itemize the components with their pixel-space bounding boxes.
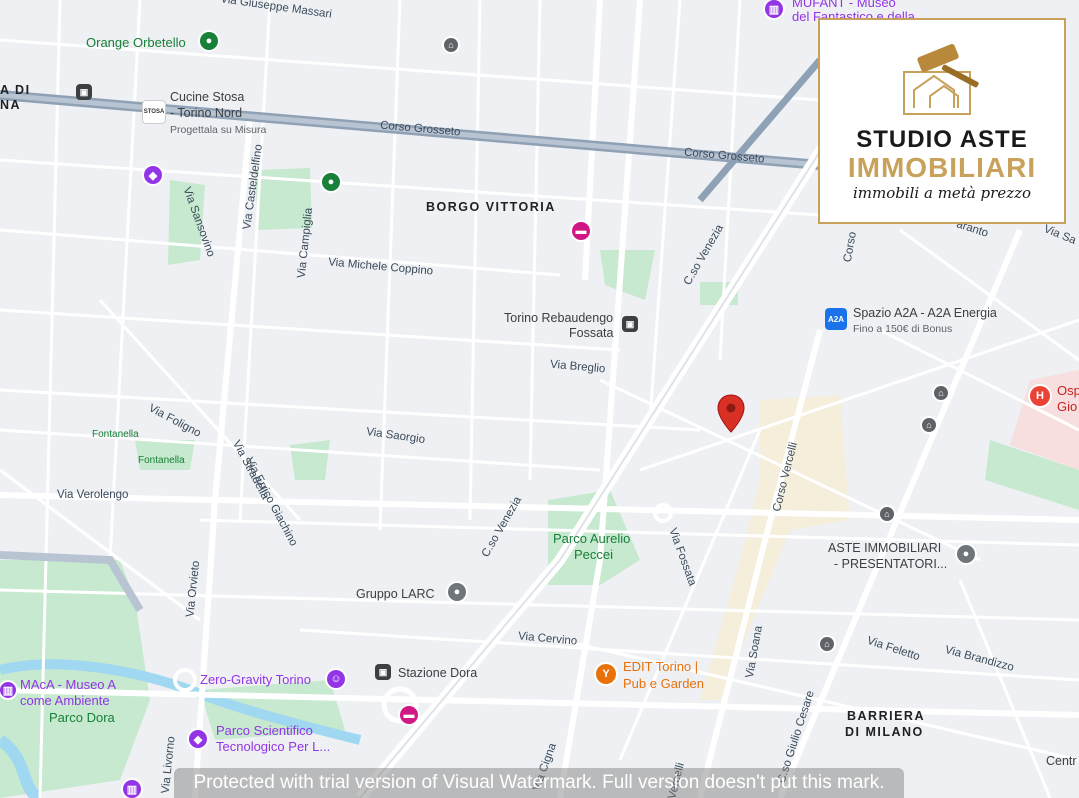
store-icon[interactable]: A2A bbox=[825, 308, 847, 330]
poi-label[interactable]: Cucine Stosa bbox=[170, 90, 244, 104]
brand-logo: STUDIO ASTE IMMOBILIARI immobili a metà … bbox=[818, 18, 1066, 224]
poi-label[interactable]: Torino Rebaudengo bbox=[504, 311, 613, 325]
neighborhood-label: DI MILANO bbox=[845, 725, 924, 739]
bar-icon[interactable]: Y bbox=[596, 664, 616, 684]
train-station-icon[interactable]: ▣ bbox=[622, 316, 638, 332]
bank-icon[interactable]: ⌂ bbox=[820, 637, 834, 651]
train-station-icon[interactable]: ▣ bbox=[375, 664, 391, 680]
neighborhood-label: A DI bbox=[0, 83, 31, 97]
hotel-icon[interactable]: ▬ bbox=[572, 222, 590, 240]
train-station-icon[interactable]: ▣ bbox=[76, 84, 92, 100]
poi-sublabel: Fino a 150€ di Bonus bbox=[853, 323, 953, 335]
place-icon[interactable]: ● bbox=[957, 545, 975, 563]
store-logo[interactable]: STOSA bbox=[142, 100, 166, 124]
street-label: Via Verolengo bbox=[57, 489, 129, 501]
poi-label[interactable]: Parco Dora bbox=[49, 711, 115, 725]
bank-icon[interactable]: ⌂ bbox=[922, 418, 936, 432]
poi-label[interactable]: Pub e Garden bbox=[623, 677, 704, 691]
poi-label[interactable]: Centr bbox=[1046, 754, 1077, 768]
poi-label[interactable]: Osp bbox=[1057, 384, 1079, 398]
neighborhood-label: NA bbox=[0, 98, 22, 112]
poi-label[interactable]: Stazione Dora bbox=[398, 666, 477, 680]
poi-label[interactable]: Fossata bbox=[569, 326, 613, 340]
poi-sublabel: Progettala su Misura bbox=[170, 124, 267, 136]
shopping-icon[interactable]: ◆ bbox=[144, 166, 162, 184]
poi-label[interactable]: Fontanella bbox=[138, 454, 185, 468]
neighborhood-label: BARRIERA bbox=[847, 709, 925, 723]
map-canvas[interactable]: BORGO VITTORIA BARRIERA DI MILANO A DI N… bbox=[0, 0, 1079, 798]
bank-icon[interactable]: ⌂ bbox=[880, 507, 894, 521]
attraction-icon[interactable]: ☺ bbox=[327, 670, 345, 688]
watermark-banner: Protected with trial version of Visual W… bbox=[174, 768, 904, 798]
poi-label[interactable]: EDIT Torino | bbox=[623, 660, 698, 674]
logo-tagline: immobili a metà prezzo bbox=[852, 184, 1032, 202]
place-icon[interactable]: ● bbox=[448, 583, 466, 601]
poi-label[interactable]: - Torino Nord bbox=[170, 106, 242, 120]
education-icon[interactable]: ◆ bbox=[189, 730, 207, 748]
museum-icon[interactable]: ▥ bbox=[0, 682, 16, 698]
place-icon[interactable]: ● bbox=[322, 173, 340, 191]
poi-label[interactable]: Parco Scientifico bbox=[216, 724, 313, 738]
poi-label[interactable]: Parco Aurelio bbox=[553, 532, 630, 546]
poi-label[interactable]: Zero-Gravity Torino bbox=[200, 673, 311, 687]
poi-label[interactable]: MAcA - Museo A bbox=[20, 678, 116, 692]
poi-label[interactable]: Tecnologico Per L... bbox=[216, 740, 330, 754]
logo-title: STUDIO ASTE bbox=[856, 126, 1028, 153]
poi-label[interactable]: Spazio A2A - A2A Energia bbox=[853, 306, 997, 320]
poi-label[interactable]: Gruppo LARC bbox=[356, 587, 435, 601]
bank-icon[interactable]: ⌂ bbox=[934, 386, 948, 400]
map-pin-icon[interactable] bbox=[716, 394, 746, 434]
hospital-icon[interactable]: H bbox=[1030, 386, 1050, 406]
neighborhood-label: BORGO VITTORIA bbox=[426, 200, 556, 214]
poi-label[interactable]: Gio bbox=[1057, 400, 1077, 414]
logo-subtitle: IMMOBILIARI bbox=[847, 152, 1037, 183]
poi-label[interactable]: Orange Orbetello bbox=[86, 36, 186, 50]
poi-label[interactable]: ASTE IMMOBILIARI bbox=[828, 541, 941, 555]
museum-icon[interactable]: ▥ bbox=[123, 780, 141, 798]
place-icon[interactable]: ● bbox=[200, 32, 218, 50]
museum-icon[interactable]: ▥ bbox=[765, 0, 783, 18]
poi-label[interactable]: - PRESENTATORI... bbox=[834, 557, 947, 571]
gavel-house-icon bbox=[903, 43, 979, 115]
poi-label[interactable]: Fontanella bbox=[92, 428, 139, 442]
poi-label[interactable]: Peccei bbox=[574, 548, 613, 562]
poi-label[interactable]: come Ambiente bbox=[20, 694, 110, 708]
hotel-icon[interactable]: ▬ bbox=[400, 706, 418, 724]
bank-icon[interactable]: ⌂ bbox=[444, 38, 458, 52]
